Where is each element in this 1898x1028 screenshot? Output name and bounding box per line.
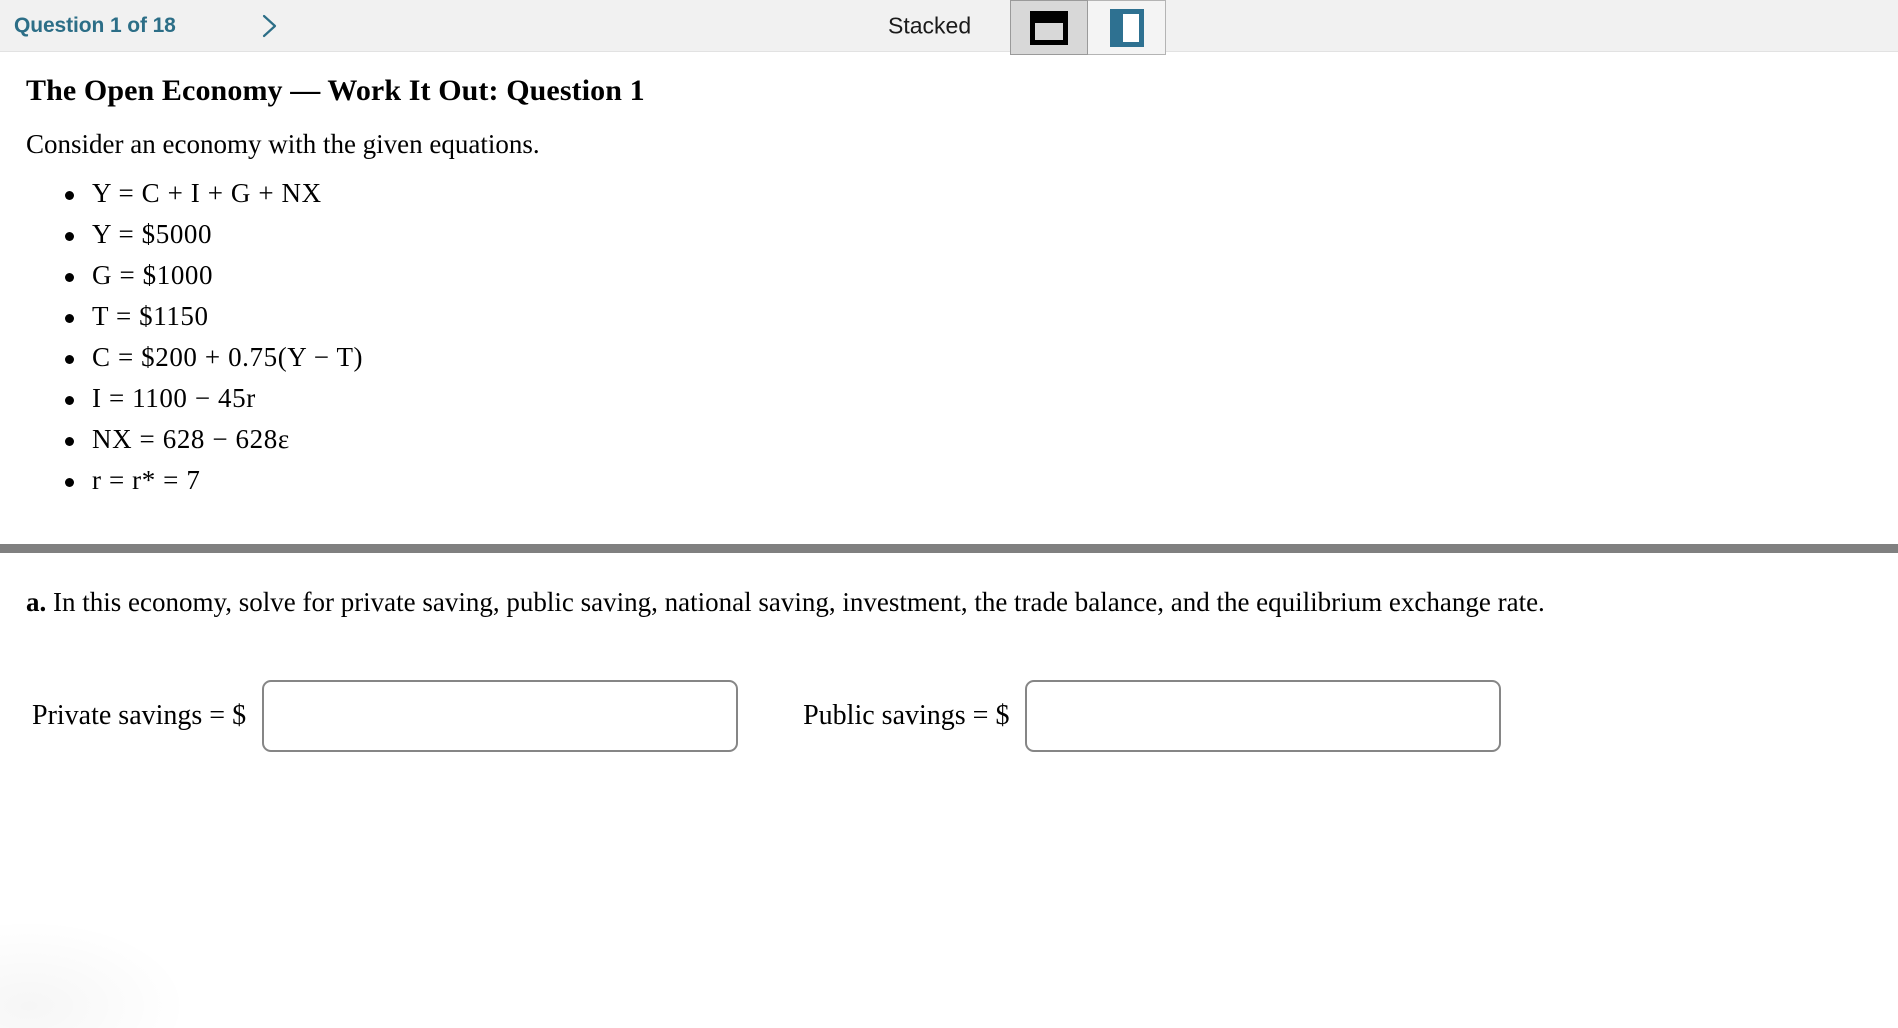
private-savings-input[interactable] [262,680,739,752]
equation-list: Y = C + I + G + NX Y = $5000 G = $1000 T… [0,173,1898,501]
layout-toggle-group [1010,0,1166,55]
list-item: r = r* = 7 [65,460,1898,501]
part-a-block: a. In this economy, solve for private sa… [0,553,1898,623]
public-savings-field-group: Public savings = $ [803,680,1502,752]
equation-text: r = r* = 7 [92,465,201,495]
list-item: NX = 628 − 628ε [65,419,1898,460]
list-item: Y = $5000 [65,214,1898,255]
equation-text: Y = C + I + G + NX [92,178,322,208]
question-counter: Question 1 of 18 [14,13,176,37]
equation-text: NX = 628 − 628ε [92,424,290,454]
part-label: a. [26,587,47,617]
equation-text: G = $1000 [92,260,214,290]
question-panel: The Open Economy — Work It Out: Question… [0,52,1898,752]
list-item: T = $1150 [65,296,1898,337]
list-item: Y = C + I + G + NX [65,173,1898,214]
top-toolbar: Question 1 of 18 Stacked [0,0,1898,55]
private-savings-field-group: Private savings = $ [32,680,739,752]
stacked-layout-button[interactable] [1010,0,1088,55]
part-prompt: In this economy, solve for private savin… [53,587,1545,617]
equation-text: Y = $5000 [92,219,213,249]
page-title: The Open Economy — Work It Out: Question… [26,74,645,107]
list-item: G = $1000 [65,255,1898,296]
chevron-right-icon[interactable] [255,12,283,40]
list-item: I = 1100 − 45r [65,378,1898,419]
private-savings-label: Private savings = $ [32,700,247,731]
section-divider [0,544,1898,553]
part-a-text: a. In this economy, solve for private sa… [26,581,1868,623]
list-item: C = $200 + 0.75(Y − T) [65,337,1898,378]
public-savings-input[interactable] [1025,680,1502,752]
equation-text: C = $200 + 0.75(Y − T) [92,342,364,372]
side-by-side-layout-icon [1109,8,1144,47]
background-gradient-artifact [0,918,190,1028]
side-by-side-layout-button[interactable] [1088,0,1166,55]
stacked-layout-label: Stacked [888,12,972,38]
answer-row: Private savings = $ Public savings = $ [0,623,1898,752]
equation-text: I = 1100 − 45r [92,383,256,413]
equation-text: T = $1150 [92,301,209,331]
stacked-layout-icon [1030,10,1068,45]
intro-text: Consider an economy with the given equat… [26,129,540,159]
public-savings-label: Public savings = $ [803,700,1010,731]
